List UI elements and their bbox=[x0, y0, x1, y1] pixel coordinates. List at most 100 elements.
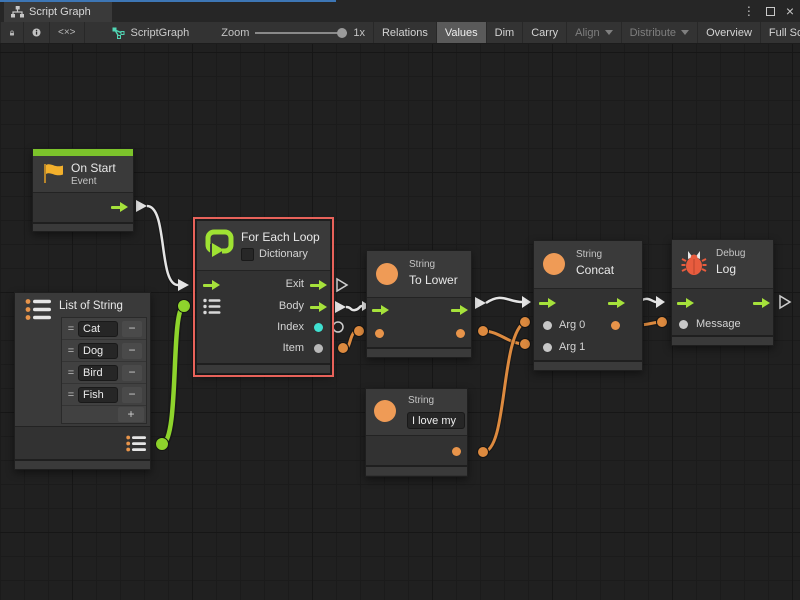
exit-unconnected-triangle[interactable] bbox=[337, 279, 347, 291]
graph-breadcrumb[interactable]: ScriptGraph bbox=[103, 22, 198, 43]
node-footer bbox=[672, 335, 773, 345]
list-item-row: = − bbox=[62, 318, 146, 340]
string-value-input[interactable] bbox=[407, 412, 465, 429]
node-title: List of String bbox=[59, 300, 123, 312]
node-for-each-loop[interactable]: For Each Loop Dictionary Exit Body Index bbox=[196, 220, 331, 374]
list-item-input[interactable] bbox=[78, 321, 118, 337]
result-output-port[interactable] bbox=[611, 321, 620, 330]
drag-handle[interactable]: = bbox=[64, 367, 78, 379]
list-output-port[interactable] bbox=[126, 435, 147, 452]
list-item-input[interactable] bbox=[78, 365, 118, 381]
flow-output-port[interactable] bbox=[753, 298, 770, 308]
list-item-input[interactable] bbox=[78, 387, 118, 403]
index-output-port[interactable] bbox=[314, 323, 323, 332]
node-string-literal[interactable]: String bbox=[365, 388, 468, 477]
flow-input-port[interactable] bbox=[677, 298, 694, 308]
remove-item-button[interactable]: − bbox=[122, 343, 142, 359]
zoom-value: 1x bbox=[353, 27, 365, 39]
node-concat[interactable]: String Concat Arg 0 Arg 1 bbox=[533, 240, 643, 371]
wire-list-foreach[interactable] bbox=[156, 300, 191, 451]
node-debug-log[interactable]: Debug Log Message bbox=[671, 239, 774, 346]
arg0-input-port[interactable] bbox=[543, 321, 552, 330]
node-title: To Lower bbox=[409, 273, 458, 287]
result-output-port[interactable] bbox=[456, 329, 465, 338]
flow-output-port[interactable] bbox=[608, 298, 625, 308]
align-dropdown[interactable]: Align bbox=[567, 22, 621, 43]
inspect-button[interactable] bbox=[24, 22, 50, 43]
node-list-of-string[interactable]: List of String = − = − = bbox=[14, 292, 151, 470]
item-output-port[interactable] bbox=[314, 344, 323, 353]
flow-input-port[interactable] bbox=[372, 305, 389, 315]
wire-tolower-arg1[interactable] bbox=[478, 326, 531, 350]
node-subtitle: Event bbox=[71, 176, 97, 187]
zoom-slider-knob[interactable] bbox=[337, 28, 347, 38]
dictionary-checkbox[interactable] bbox=[241, 248, 254, 261]
event-accent-bar bbox=[33, 149, 133, 156]
debug-exit-unconnected-triangle[interactable] bbox=[780, 296, 790, 308]
flow-output-port[interactable] bbox=[111, 202, 128, 212]
lock-icon bbox=[9, 27, 15, 39]
relations-button[interactable]: Relations bbox=[373, 22, 437, 43]
message-input-port[interactable] bbox=[679, 320, 688, 329]
node-type: String bbox=[576, 249, 602, 260]
values-button[interactable]: Values bbox=[437, 22, 487, 43]
list-item-row: = − bbox=[62, 362, 146, 384]
tab-script-graph[interactable]: Script Graph bbox=[4, 2, 112, 22]
zoom-slider[interactable] bbox=[255, 28, 347, 38]
list-input-port[interactable] bbox=[203, 298, 221, 315]
node-footer bbox=[197, 363, 330, 373]
drag-handle[interactable]: = bbox=[64, 323, 78, 335]
node-footer bbox=[33, 222, 133, 231]
bug-icon bbox=[680, 250, 708, 276]
fullscreen-button[interactable]: Full Screen bbox=[761, 22, 800, 43]
drag-handle[interactable]: = bbox=[64, 345, 78, 357]
carry-label: Carry bbox=[531, 27, 558, 39]
string-type-icon bbox=[374, 400, 396, 422]
code-preview-button[interactable]: <×> bbox=[50, 22, 85, 43]
string-output-port[interactable] bbox=[452, 447, 461, 456]
zoom-label: Zoom bbox=[221, 27, 249, 39]
remove-item-button[interactable]: − bbox=[122, 365, 142, 381]
string-input-port[interactable] bbox=[375, 329, 384, 338]
node-to-lower[interactable]: String To Lower bbox=[366, 250, 472, 358]
arg1-input-port[interactable] bbox=[543, 343, 552, 352]
wire-body-tolower[interactable] bbox=[335, 301, 370, 313]
code-icon: <×> bbox=[58, 27, 76, 38]
tab-label: Script Graph bbox=[29, 6, 91, 18]
window-maximize-icon[interactable] bbox=[766, 7, 775, 16]
node-title: Log bbox=[716, 262, 736, 276]
port-label-exit: Exit bbox=[286, 278, 304, 291]
body-output-port[interactable] bbox=[310, 302, 327, 312]
window-close-icon[interactable]: × bbox=[786, 4, 794, 18]
window-menu-icon[interactable]: ⋮ bbox=[743, 5, 755, 17]
string-type-icon bbox=[543, 253, 565, 275]
node-footer bbox=[534, 360, 642, 370]
distribute-label: Distribute bbox=[630, 27, 676, 39]
exit-output-port[interactable] bbox=[310, 280, 327, 290]
string-type-icon bbox=[376, 263, 398, 285]
node-footer bbox=[366, 465, 467, 475]
node-title: For Each Loop bbox=[241, 230, 320, 244]
carry-button[interactable]: Carry bbox=[523, 22, 567, 43]
list-item-input[interactable] bbox=[78, 343, 118, 359]
wire-tolower-concat[interactable] bbox=[475, 296, 531, 309]
remove-item-button[interactable]: − bbox=[122, 321, 142, 337]
node-type: String bbox=[409, 259, 435, 270]
graph-canvas[interactable]: On Start Event List of String bbox=[0, 44, 800, 600]
flow-input-port[interactable] bbox=[203, 280, 220, 290]
flow-input-port[interactable] bbox=[539, 298, 556, 308]
dim-button[interactable]: Dim bbox=[487, 22, 524, 43]
title-bar: Script Graph ⋮ × bbox=[0, 0, 800, 22]
distribute-dropdown[interactable]: Distribute bbox=[622, 22, 698, 43]
flow-output-port[interactable] bbox=[451, 305, 468, 315]
node-on-start[interactable]: On Start Event bbox=[32, 148, 134, 232]
wire-onstart-foreach[interactable] bbox=[136, 200, 189, 291]
lock-button[interactable] bbox=[0, 22, 24, 43]
drag-handle[interactable]: = bbox=[64, 389, 78, 401]
add-item-button[interactable]: + bbox=[118, 407, 144, 422]
remove-item-button[interactable]: − bbox=[122, 387, 142, 403]
overview-button[interactable]: Overview bbox=[698, 22, 761, 43]
index-unconnected-circle[interactable] bbox=[333, 322, 343, 332]
node-footer bbox=[367, 347, 471, 357]
node-title: Concat bbox=[576, 263, 614, 277]
